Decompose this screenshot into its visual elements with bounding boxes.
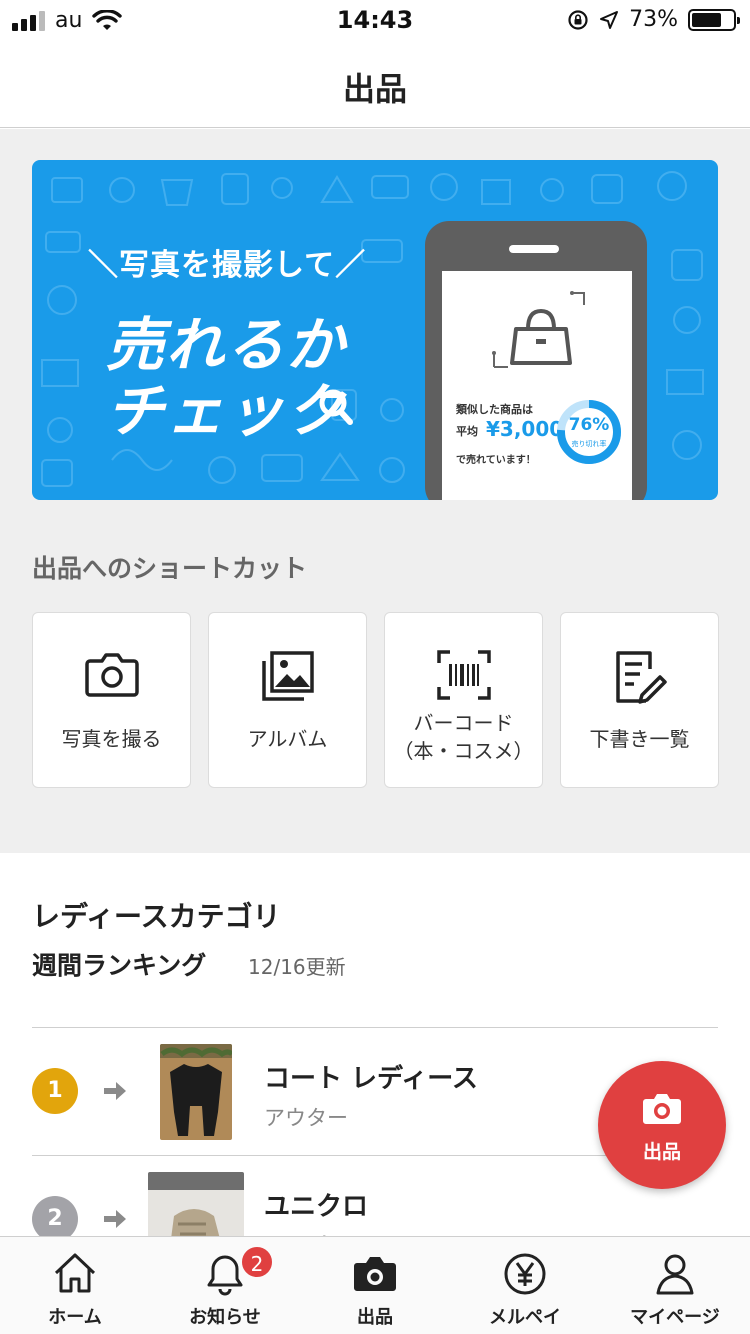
shortcut-album[interactable]: アルバム — [208, 612, 367, 788]
shortcut-drafts[interactable]: 下書き一覧 — [560, 612, 719, 788]
rank-badge: 1 — [32, 1068, 78, 1114]
sold-rate-label: 売り切れ率 — [571, 440, 607, 448]
ranking-title: 週間ランキング — [32, 951, 207, 980]
notification-badge: 2 — [240, 1245, 274, 1279]
fab-label: 出品 — [642, 1141, 681, 1163]
phone-sold-text: で売れています！ — [456, 455, 536, 466]
battery-icon — [688, 8, 740, 31]
camera-icon — [354, 1257, 396, 1291]
tab-label: お知らせ — [189, 1307, 261, 1328]
shortcut-label: アルバム — [247, 727, 328, 751]
ranking-updated-date: 12/16更新 — [248, 955, 346, 979]
shortcut-barcode[interactable]: バーコード （本・コスメ） — [384, 612, 543, 788]
banner-title-line2: チェック — [106, 377, 347, 445]
item-thumbnail — [160, 1044, 232, 1140]
home-icon — [54, 1253, 96, 1293]
magnifier-icon — [319, 389, 353, 425]
album-icon — [261, 651, 314, 701]
tab-label: マイページ — [630, 1307, 720, 1328]
banner-subtitle: ＼写真を撮影して／ — [88, 248, 367, 283]
draft-list-icon — [615, 651, 667, 704]
tab-merpay[interactable]: メルペイ — [450, 1237, 600, 1334]
shortcut-label: 下書き一覧 — [589, 727, 690, 751]
bag-icon — [492, 291, 585, 368]
tab-notifications[interactable]: 2 お知らせ — [150, 1237, 300, 1334]
shortcut-label-line2: （本・コスメ） — [393, 739, 534, 763]
item-category: アウター — [264, 1106, 348, 1130]
phone-illustration: 類似した商品は 平均 ¥3,000 で売れています！ 76% 売り切れ率 — [425, 221, 647, 500]
arrow-right-icon — [104, 1210, 126, 1228]
phone-price: ¥3,000 — [486, 417, 564, 441]
tab-mypage[interactable]: マイページ — [600, 1237, 750, 1334]
shortcut-label: 写真を撮る — [61, 727, 162, 751]
location-icon — [600, 10, 619, 29]
sold-rate-value: 76% — [568, 415, 610, 435]
listing-top-section: ＼写真を撮影して／ 売れるか チェック 類似した商品は 平均 ¥3,000 で売… — [0, 129, 750, 853]
phone-screen: 類似した商品は 平均 ¥3,000 で売れています！ 76% 売り切れ率 — [442, 271, 632, 500]
phone-similar-text: 類似した商品は — [456, 403, 533, 416]
shortcut-heading: 出品へのショートカット — [32, 554, 308, 583]
sold-rate-donut: 76% 売り切れ率 — [556, 399, 622, 465]
rotation-lock-icon — [568, 9, 588, 30]
phone-avg-label: 平均 — [456, 425, 478, 438]
shortcut-label: バーコード （本・コスメ） — [385, 709, 542, 765]
barcode-icon — [436, 650, 491, 700]
yen-icon — [504, 1253, 546, 1295]
tab-label: 出品 — [357, 1307, 393, 1328]
tab-label: メルペイ — [489, 1307, 561, 1328]
tab-label: ホーム — [48, 1307, 102, 1328]
shortcut-label-line1: バーコード — [413, 711, 514, 735]
tab-sell[interactable]: 出品 — [300, 1237, 450, 1334]
shortcut-take-photo[interactable]: 写真を撮る — [32, 612, 191, 788]
price-check-banner[interactable]: ＼写真を撮影して／ 売れるか チェック 類似した商品は 平均 ¥3,000 で売… — [32, 160, 718, 500]
camera-icon — [84, 653, 139, 697]
bottom-tab-bar: ホーム 2 お知らせ 出品 メルペイ マイページ — [0, 1236, 750, 1334]
arrow-right-icon — [104, 1082, 126, 1100]
phone-speaker — [509, 245, 559, 253]
battery-percent: 73% — [629, 7, 678, 32]
person-icon — [656, 1254, 694, 1295]
sell-fab-button[interactable]: 出品 — [598, 1061, 726, 1189]
nav-header: 出品 — [0, 42, 750, 128]
status-bar: au 14:43 73% — [0, 0, 750, 42]
item-name: ユニクロ — [264, 1192, 369, 1222]
category-title: レディースカテゴリ — [32, 900, 281, 933]
item-name: コート レディース — [264, 1064, 478, 1094]
shortcut-list: 写真を撮る アルバム バーコード （本・コスメ） 下書き一覧 — [32, 612, 719, 788]
page-title: 出品 — [342, 70, 407, 108]
tab-home[interactable]: ホーム — [0, 1237, 150, 1334]
camera-icon — [643, 1094, 681, 1124]
